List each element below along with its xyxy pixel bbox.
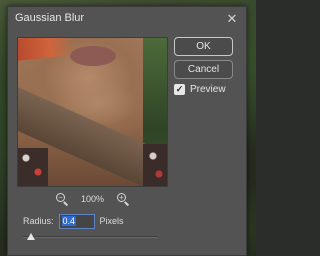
radius-row: Radius: 0.4 Pixels <box>23 213 124 229</box>
zoom-controls: − 100% + <box>17 191 168 207</box>
radius-label: Radius: <box>23 216 54 226</box>
blur-preview-pane[interactable] <box>17 37 168 187</box>
preview-image-detail <box>143 144 167 186</box>
zoom-level: 100% <box>80 194 105 204</box>
gaussian-blur-dialog: Gaussian Blur ✕ − 100% + Radius: 0.4 Pix… <box>7 6 247 256</box>
checkmark-icon: ✓ <box>175 84 184 94</box>
radius-value: 0.4 <box>61 216 77 226</box>
dialog-title: Gaussian Blur <box>15 12 85 24</box>
preview-image-detail <box>18 148 48 186</box>
zoom-out-icon[interactable]: − <box>55 192 69 206</box>
zoom-in-icon[interactable]: + <box>116 192 130 206</box>
preview-image-detail <box>70 46 116 66</box>
preview-checkbox[interactable]: ✓ <box>174 84 185 95</box>
preview-label: Preview <box>190 84 226 95</box>
radius-slider-thumb[interactable] <box>27 233 36 240</box>
radius-input[interactable]: 0.4 <box>58 213 95 229</box>
ok-button[interactable]: OK <box>174 37 233 56</box>
preview-checkbox-row[interactable]: ✓ Preview <box>174 84 226 95</box>
cancel-button[interactable]: Cancel <box>174 60 233 79</box>
radius-slider-track[interactable] <box>23 236 158 238</box>
radius-unit: Pixels <box>99 216 124 226</box>
dialog-titlebar[interactable]: Gaussian Blur ✕ <box>8 7 246 29</box>
close-icon[interactable]: ✕ <box>224 10 240 26</box>
